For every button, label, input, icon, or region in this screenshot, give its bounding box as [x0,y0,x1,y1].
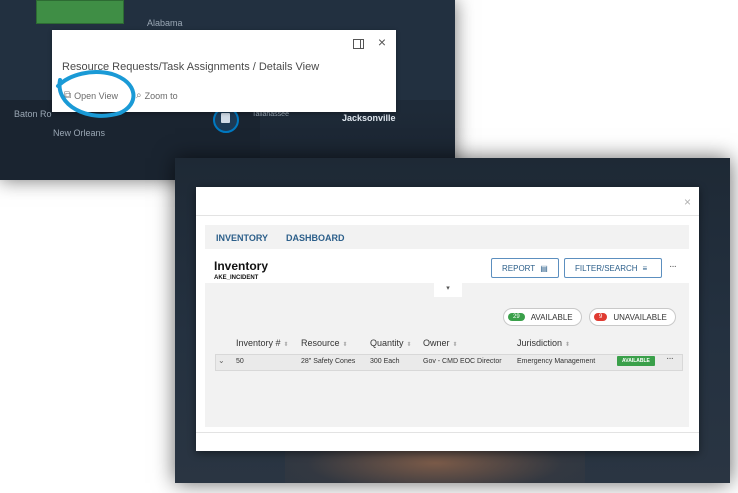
sort-icon: ⬍ [342,342,348,348]
sort-icon: ⬍ [452,342,458,348]
available-filter[interactable]: 29 AVAILABLE [503,308,582,326]
divider [196,215,699,216]
collapse-toggle[interactable]: ▾ [434,282,462,297]
cell-quantity: 300 Each [370,358,400,365]
tab-inventory[interactable]: INVENTORY [207,229,278,251]
column-label: Resource [301,338,340,348]
unavailable-filter[interactable]: 9 UNAVAILABLE [589,308,676,326]
column-header-owner[interactable]: Owner ⬍ [423,334,458,353]
document-icon: ▤ [540,263,548,273]
tab-bar: INVENTORY DASHBOARD [207,229,354,251]
sort-icon: ⬍ [283,342,289,348]
column-header-quantity[interactable]: Quantity ⬍ [370,334,412,353]
expand-row-icon[interactable]: ⌄ [218,356,225,365]
modal-close-icon[interactable]: × [684,195,691,209]
unavailable-label: UNAVAILABLE [613,312,667,322]
sort-icon: ⬍ [406,342,412,348]
column-label: Jurisdiction [517,338,563,348]
cell-jurisdiction: Emergency Management [517,358,596,365]
report-button[interactable]: REPORT ▤ [491,258,559,278]
incident-name: AKE_INCIDENT [214,275,259,281]
column-label: Quantity [370,338,404,348]
available-label: AVAILABLE [530,312,573,322]
sort-icon: ⬍ [565,342,571,348]
column-header-jurisdiction[interactable]: Jurisdiction ⬍ [517,334,570,353]
row-more-icon[interactable]: ··· [666,353,674,364]
column-header-resource[interactable]: Resource ⬍ [301,334,348,353]
cell-inventory: 50 [236,358,244,365]
status-badge: AVAILABLE [617,356,655,366]
filter-search-label: FILTER/SEARCH [575,263,638,273]
divider [196,432,699,433]
unavailable-count: 9 [594,313,608,321]
column-label: Inventory # [236,338,281,348]
page-title: Inventory [214,259,269,273]
inventory-modal: × INVENTORY DASHBOARD Inventory AKE_INCI… [196,187,699,451]
column-label: Owner [423,338,450,348]
filter-search-button[interactable]: FILTER/SEARCH ≡ [564,258,662,278]
chevron-down-icon: ▾ [446,285,450,292]
tab-dashboard[interactable]: DASHBOARD [277,229,354,249]
filter-icon: ≡ [642,263,648,273]
cell-owner: Gov - CMD EOC Director [423,358,502,365]
available-count: 29 [508,313,525,321]
column-header-inventory[interactable]: Inventory # ⬍ [236,334,289,353]
more-menu-icon[interactable]: ··· [669,261,677,272]
report-label: REPORT [502,263,536,273]
cell-resource: 28" Safety Cones [301,358,356,365]
